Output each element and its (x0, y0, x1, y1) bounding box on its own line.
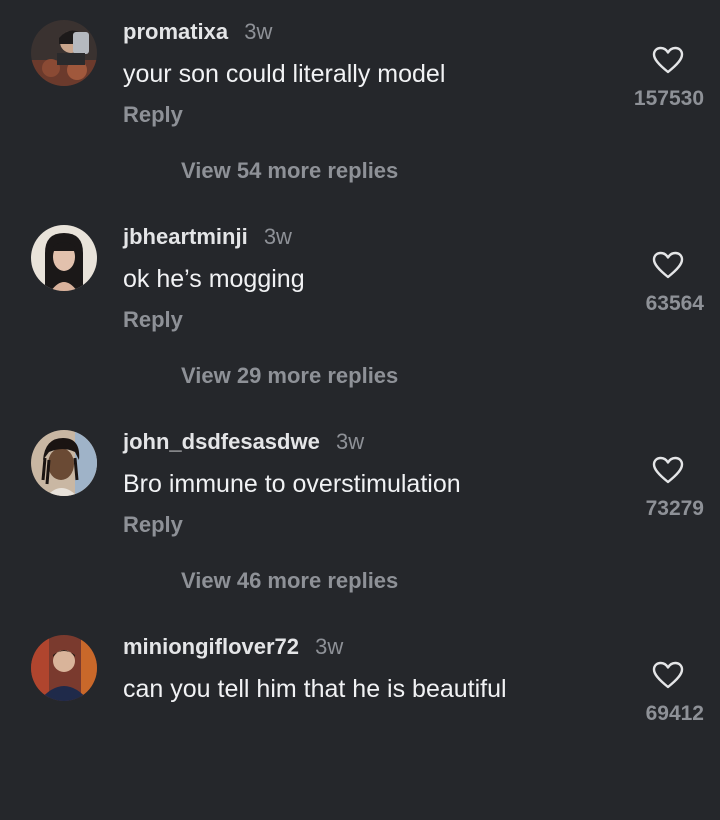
reply-button[interactable]: Reply (123, 306, 183, 334)
avatar[interactable] (31, 430, 97, 496)
comment-text: ok he’s mogging (123, 265, 305, 293)
comment-item: promatixa 3w your son could literally mo… (0, 0, 720, 205)
like-count: 69412 (645, 702, 704, 725)
like-count: 73279 (645, 497, 704, 520)
comment-header: jbheartminji 3w (123, 223, 292, 251)
heart-outline-icon[interactable] (652, 251, 684, 279)
view-replies-link[interactable]: View 46 more replies (181, 567, 398, 595)
comment-item: john_dsdfesasdwe 3w Bro immune to overst… (0, 410, 720, 615)
username[interactable]: john_dsdfesasdwe (123, 429, 320, 454)
timestamp: 3w (335, 429, 365, 454)
comment-text: can you tell him that he is beautiful (123, 675, 507, 703)
username[interactable]: jbheartminji (123, 224, 248, 249)
like-count: 63564 (645, 292, 704, 315)
avatar[interactable] (31, 635, 97, 701)
timestamp: 3w (315, 634, 344, 659)
like-count: 157530 (633, 87, 704, 110)
comment-item: jbheartminji 3w ok he’s mogging Reply Vi… (0, 205, 720, 410)
username[interactable]: miniongiflover72 (123, 634, 299, 659)
heart-outline-icon[interactable] (652, 661, 684, 689)
heart-outline-icon[interactable] (652, 456, 684, 484)
timestamp: 3w (263, 224, 292, 249)
view-replies-link[interactable]: View 54 more replies (181, 157, 398, 185)
reply-button[interactable]: Reply (123, 511, 183, 539)
comment-text: your son could literally model (123, 60, 446, 88)
comment-text: Bro immune to overstimulation (123, 470, 461, 498)
avatar[interactable] (31, 225, 97, 291)
reply-button[interactable]: Reply (123, 101, 183, 129)
avatar[interactable] (31, 20, 97, 86)
heart-outline-icon[interactable] (652, 46, 684, 74)
comment-header: promatixa 3w (123, 18, 272, 46)
timestamp: 3w (244, 19, 273, 44)
view-replies-link[interactable]: View 29 more replies (181, 362, 398, 390)
comment-header: john_dsdfesasdwe 3w (123, 428, 364, 456)
comment-header: miniongiflover72 3w (123, 633, 343, 661)
username[interactable]: promatixa (123, 19, 228, 44)
comment-item: miniongiflover72 3w can you tell him tha… (0, 615, 720, 820)
